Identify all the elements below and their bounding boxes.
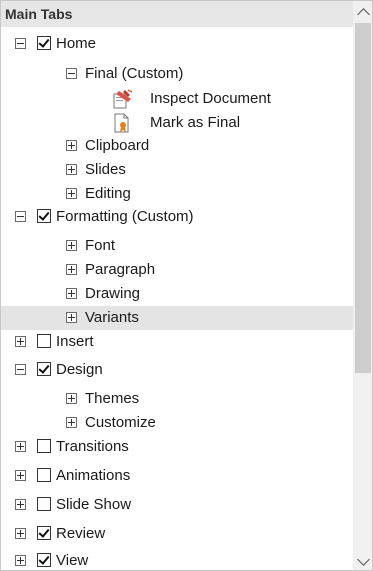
tree-item-variants[interactable]: Variants — [1, 306, 353, 330]
tab-checkbox-design[interactable] — [37, 362, 51, 376]
tab-checkbox-home[interactable] — [37, 36, 51, 50]
chevron-down-icon — [357, 553, 370, 566]
tree-item-label: Inspect Document — [150, 90, 271, 107]
tab-checkbox-animations[interactable] — [37, 468, 51, 482]
tree-item-label: Transitions — [56, 438, 129, 455]
tree-item-label: Home — [56, 35, 97, 52]
scroll-down-button[interactable] — [353, 550, 372, 570]
tree-item-label: Animations — [56, 467, 131, 484]
tree-item-label: Formatting (Custom) — [56, 208, 194, 225]
tabs-tree: Home Final (Custom) Inspect Document Mar… — [1, 27, 353, 570]
expand-toggle-icon[interactable] — [66, 393, 77, 404]
expand-toggle-icon[interactable] — [15, 528, 26, 539]
expand-toggle-icon[interactable] — [66, 188, 77, 199]
expand-toggle-icon[interactable] — [15, 555, 26, 566]
expand-toggle-icon[interactable] — [15, 336, 26, 347]
scroll-up-button[interactable] — [353, 1, 372, 23]
expand-toggle-icon[interactable] — [15, 441, 26, 452]
tab-checkbox-view[interactable] — [37, 553, 51, 567]
tree-item-transitions[interactable]: Transitions — [1, 435, 353, 459]
tree-item-label: Editing — [85, 185, 131, 202]
tree-item-formatting-custom[interactable]: Formatting (Custom) — [1, 205, 353, 229]
tree-item-label: Mark as Final — [150, 114, 241, 131]
tree-item-drawing[interactable]: Drawing — [1, 282, 353, 306]
expand-toggle-icon[interactable] — [66, 140, 77, 151]
expand-toggle-icon[interactable] — [66, 164, 77, 175]
tree-item-inspect-document[interactable]: Inspect Document — [1, 87, 353, 111]
scroll-thumb[interactable] — [355, 23, 371, 373]
tab-checkbox-transitions[interactable] — [37, 439, 51, 453]
tree-item-view[interactable]: View — [1, 549, 353, 570]
tree-item-label: Customize — [85, 414, 156, 431]
tab-checkbox-formatting[interactable] — [37, 209, 51, 223]
tree-item-review[interactable]: Review — [1, 522, 353, 546]
tree-item-mark-as-final[interactable]: Mark as Final — [1, 111, 353, 135]
tab-checkbox-slide-show[interactable] — [37, 497, 51, 511]
tree-item-label: Font — [85, 237, 116, 254]
expand-toggle-icon[interactable] — [66, 417, 77, 428]
tree-item-insert[interactable]: Insert — [1, 330, 353, 354]
tree-item-home[interactable]: Home — [1, 32, 353, 56]
tree-item-label: Insert — [56, 333, 94, 350]
tree-item-label: Variants — [85, 309, 139, 326]
tree-item-animations[interactable]: Animations — [1, 464, 353, 488]
tree-item-themes[interactable]: Themes — [1, 387, 353, 411]
tree-item-customize[interactable]: Customize — [1, 411, 353, 435]
tree-item-label: Drawing — [85, 285, 141, 302]
collapse-toggle-icon[interactable] — [66, 68, 77, 79]
expand-toggle-icon[interactable] — [15, 499, 26, 510]
vertical-scrollbar[interactable] — [353, 1, 372, 570]
tree-item-paragraph[interactable]: Paragraph — [1, 258, 353, 282]
tree-item-label: Review — [56, 525, 106, 542]
expand-toggle-icon[interactable] — [66, 240, 77, 251]
collapse-toggle-icon[interactable] — [15, 211, 26, 222]
expand-toggle-icon[interactable] — [66, 264, 77, 275]
mark-as-final-icon — [114, 113, 129, 133]
tree-item-label: View — [56, 552, 89, 569]
tree-item-final-custom[interactable]: Final (Custom) — [1, 62, 353, 86]
tree-item-label: Slides — [85, 161, 126, 178]
tab-checkbox-insert[interactable] — [37, 334, 51, 348]
tree-item-editing[interactable]: Editing — [1, 182, 353, 206]
chevron-up-icon — [357, 8, 370, 21]
tree-header: Main Tabs — [1, 1, 353, 27]
tree-header-title: Main Tabs — [5, 6, 73, 22]
tree-item-label: Clipboard — [85, 137, 150, 154]
tree-item-slides[interactable]: Slides — [1, 158, 353, 182]
tree-item-label: Paragraph — [85, 261, 156, 278]
inspect-document-icon — [113, 89, 133, 109]
collapse-toggle-icon[interactable] — [15, 38, 26, 49]
tree-item-label: Slide Show — [56, 496, 132, 513]
tree-item-clipboard[interactable]: Clipboard — [1, 134, 353, 158]
tab-checkbox-review[interactable] — [37, 526, 51, 540]
tree-item-font[interactable]: Font — [1, 234, 353, 258]
expand-toggle-icon[interactable] — [66, 288, 77, 299]
expand-toggle-icon[interactable] — [66, 312, 77, 323]
tree-item-design[interactable]: Design — [1, 358, 353, 382]
expand-toggle-icon[interactable] — [15, 470, 26, 481]
tree-item-label: Design — [56, 361, 103, 378]
tree-item-slide-show[interactable]: Slide Show — [1, 493, 353, 517]
tabs-tree-panel: Main Tabs Home Final (Custom) Inspect Do… — [0, 0, 373, 571]
tree-item-label: Themes — [85, 390, 140, 407]
tree-item-label: Final (Custom) — [85, 65, 184, 82]
collapse-toggle-icon[interactable] — [15, 364, 26, 375]
